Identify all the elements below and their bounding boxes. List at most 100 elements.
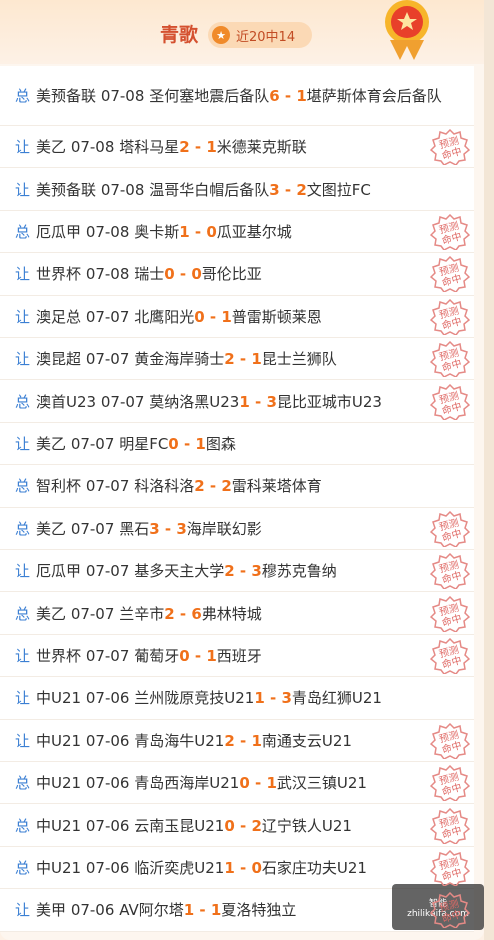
away-team: 南通支云U21 xyxy=(261,731,352,750)
prediction-hit-stamp: 预测命中 xyxy=(430,765,470,802)
match-text: 美乙 07-07 黑石3 - 3海岸联幻影 xyxy=(36,519,262,538)
home-team: 兰辛市 xyxy=(119,604,165,623)
prediction-hit-stamp: 预测命中 xyxy=(430,510,470,547)
away-score: 2 xyxy=(221,477,232,496)
match-date: 07-08 xyxy=(70,138,115,157)
league: 澳足总 xyxy=(36,307,82,326)
home-team: 临沂奕虎U21 xyxy=(134,858,225,877)
prediction-hit-stamp: 预测命中 xyxy=(430,214,470,250)
league: 美预备联 xyxy=(36,86,97,105)
away-score: 0 xyxy=(191,265,202,284)
match-text: 中U21 07-06 兰州陇原竞技U211 - 3青岛红狮U21 xyxy=(36,689,382,708)
match-date: 07-07 xyxy=(85,477,130,496)
prediction-row[interactable]: 让美预备联 07-08 温哥华白帽后备队3 - 2文图拉FC xyxy=(0,168,474,211)
prediction-row[interactable]: 让中U21 07-06 青岛海牛U212 - 1南通支云U21 xyxy=(0,719,474,762)
away-team: 普雷斯顿莱恩 xyxy=(231,307,322,326)
prediction-row[interactable]: 让澳昆超 07-07 黄金海岸骑士2 - 1昆士兰狮队 xyxy=(0,338,474,381)
match-date: 07-08 xyxy=(100,180,145,199)
away-score: 0 xyxy=(206,222,217,241)
league: 智利杯 xyxy=(36,477,82,496)
prediction-row[interactable]: 总智利杯 07-07 科洛科洛2 - 2雷科莱塔体育 xyxy=(0,465,474,508)
away-team: 昆士兰狮队 xyxy=(261,350,337,369)
home-score: 0 xyxy=(239,774,250,793)
prediction-hit-stamp: 预测命中 xyxy=(430,341,470,378)
away-score: 3 xyxy=(176,519,187,538)
away-score: 1 xyxy=(251,350,262,369)
prediction-row[interactable]: 总中U21 07-06 云南玉昆U210 - 2辽宁铁人U21 xyxy=(0,804,474,847)
home-score: 1 xyxy=(224,858,235,877)
home-team: 奥卡斯 xyxy=(134,222,180,241)
bet-type: 总 xyxy=(15,87,31,105)
match-date: 07-07 xyxy=(70,519,115,538)
match-text: 美预备联 07-08 圣何塞地震后备队6 - 1堪萨斯体育会后备队 xyxy=(36,86,442,105)
home-score: 0 xyxy=(224,816,235,835)
home-team: 莫纳洛黑U23 xyxy=(149,392,240,411)
match-text: 澳昆超 07-07 黄金海岸骑士2 - 1昆士兰狮队 xyxy=(36,350,337,369)
prediction-row[interactable]: 让世界杯 07-08 瑞士0 - 0哥伦比亚 xyxy=(0,253,474,296)
prediction-row[interactable]: 让美乙 07-08 塔科马星2 - 1米德莱克斯联 xyxy=(0,126,474,169)
home-score: 1 xyxy=(239,392,250,411)
away-team: 辽宁铁人U21 xyxy=(261,816,352,835)
bet-type: 让 xyxy=(15,307,31,326)
league: 中U21 xyxy=(36,816,82,835)
away-team: 青岛红狮U21 xyxy=(291,689,382,708)
match-date: 07-06 xyxy=(85,689,130,708)
prediction-row[interactable]: 总澳首U23 07-07 莫纳洛黑U231 - 3昆比亚城市U23 xyxy=(0,380,474,423)
away-score: 3 xyxy=(266,392,277,411)
prediction-row[interactable]: 让世界杯 07-07 葡萄牙0 - 1西班牙 xyxy=(0,634,474,678)
home-score: 2 xyxy=(224,562,235,581)
league: 美预备联 xyxy=(36,180,97,199)
home-team: 葡萄牙 xyxy=(134,646,180,665)
match-date: 07-06 xyxy=(85,731,130,750)
league: 美乙 xyxy=(36,604,67,623)
away-team: 瓜亚基尔城 xyxy=(216,222,292,241)
league: 美甲 xyxy=(36,901,67,920)
header: 青歌 ★ 近20中14 xyxy=(0,0,484,64)
prediction-row[interactable]: 让厄瓜甲 07-07 基多天主大学2 - 3穆苏克鲁纳 xyxy=(0,550,474,593)
match-date: 07-07 xyxy=(70,434,115,453)
home-score: 2 xyxy=(194,477,205,496)
prediction-hit-stamp: 预测命中 xyxy=(430,298,470,335)
prediction-hit-stamp: 预测命中 xyxy=(430,722,470,759)
prediction-row[interactable]: 总厄瓜甲 07-08 奥卡斯1 - 0瓜亚基尔城 xyxy=(0,210,474,254)
bet-type: 总 xyxy=(15,477,31,496)
match-text: 澳足总 07-07 北鹰阳光0 - 1普雷斯顿莱恩 xyxy=(36,307,322,326)
away-team: 米德莱克斯联 xyxy=(216,138,307,157)
prediction-hit-stamp: 预测命中 xyxy=(430,595,470,632)
league: 美乙 xyxy=(36,434,67,453)
league: 厄瓜甲 xyxy=(36,222,82,241)
match-date: 07-06 xyxy=(85,858,130,877)
home-score: 0 xyxy=(168,434,179,453)
home-team: 云南玉昆U21 xyxy=(134,816,225,835)
bet-type: 让 xyxy=(15,731,31,750)
away-team: 弗林特城 xyxy=(201,604,262,623)
away-team: 武汉三镇U21 xyxy=(276,774,367,793)
prediction-row[interactable]: 让美乙 07-07 明星FC0 - 1图森 xyxy=(0,422,474,466)
away-team: 雷科莱塔体育 xyxy=(231,477,322,496)
bet-type: 让 xyxy=(15,689,31,708)
match-text: 中U21 07-06 云南玉昆U210 - 2辽宁铁人U21 xyxy=(36,816,352,835)
prediction-row[interactable]: 让中U21 07-06 兰州陇原竞技U211 - 3青岛红狮U21 xyxy=(0,677,474,720)
league: 中U21 xyxy=(36,689,82,708)
prediction-row[interactable]: 总美乙 07-07 黑石3 - 3海岸联幻影 xyxy=(0,507,474,550)
match-text: 澳首U23 07-07 莫纳洛黑U231 - 3昆比亚城市U23 xyxy=(36,392,382,411)
league: 中U21 xyxy=(36,731,82,750)
away-score: 1 xyxy=(296,86,307,105)
away-team: 夏洛特独立 xyxy=(221,901,297,920)
away-score: 3 xyxy=(281,689,292,708)
home-team: 塔科马星 xyxy=(119,138,180,157)
bet-type: 总 xyxy=(15,392,31,411)
prediction-row[interactable]: 总美乙 07-07 兰辛市2 - 6弗林特城 xyxy=(0,592,474,635)
home-team: 青岛西海岸U21 xyxy=(134,774,240,793)
prediction-row[interactable]: 总中U21 07-06 青岛西海岸U210 - 1武汉三镇U21 xyxy=(0,762,474,805)
prediction-row[interactable]: 让澳足总 07-07 北鹰阳光0 - 1普雷斯顿莱恩 xyxy=(0,295,474,338)
record-badge: ★ 近20中14 xyxy=(208,22,312,48)
league: 澳首U23 xyxy=(36,392,97,411)
match-text: 厄瓜甲 07-08 奥卡斯1 - 0瓜亚基尔城 xyxy=(36,222,292,241)
expert-name: 青歌 xyxy=(160,24,199,46)
league: 中U21 xyxy=(36,774,82,793)
prediction-row[interactable]: 总美预备联 07-08 圣何塞地震后备队6 - 1堪萨斯体育会后备队 xyxy=(0,66,474,126)
prediction-row[interactable]: 总中U21 07-06 临沂奕虎U211 - 0石家庄功夫U21 xyxy=(0,846,474,890)
match-text: 美乙 07-07 兰辛市2 - 6弗林特城 xyxy=(36,604,262,623)
away-team: 堪萨斯体育会后备队 xyxy=(306,86,442,105)
